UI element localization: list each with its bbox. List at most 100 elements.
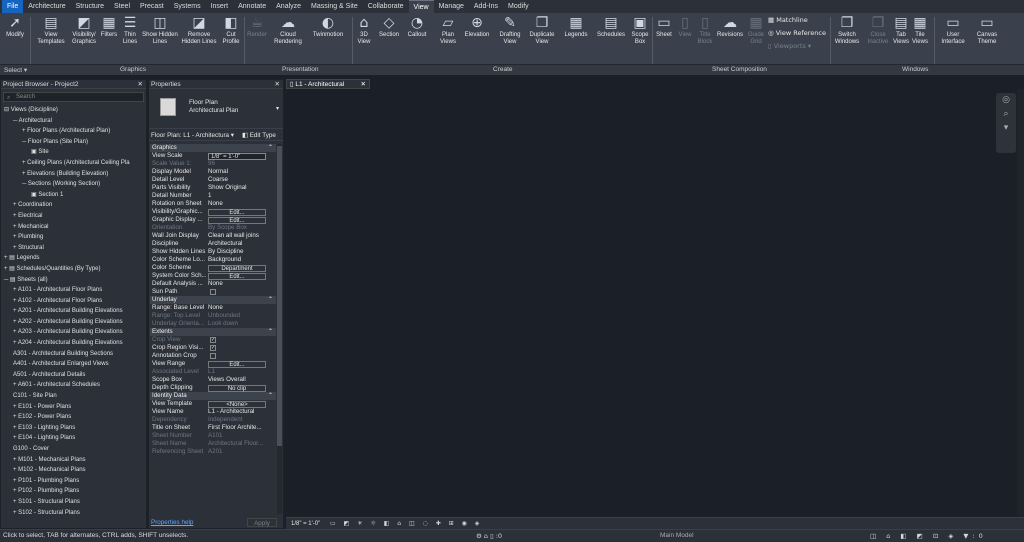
property-value[interactable]: Normal [208, 168, 268, 176]
property-value[interactable]: A201 [208, 448, 268, 456]
tree-item[interactable]: A501 - Architectural Details [1, 370, 146, 381]
cloud-rendering-button[interactable]: ☁ Cloud Rendering [272, 15, 304, 46]
zoom-icon[interactable]: ⌕ [996, 107, 1016, 121]
tree-item[interactable]: ▣ Site [1, 147, 146, 158]
canvas-theme-button[interactable]: ▭ Canvas Theme [972, 15, 1002, 46]
scope-box-button[interactable]: ▣ Scope Box [630, 15, 650, 46]
tree-item[interactable]: + Coordination [1, 200, 146, 211]
filters-button[interactable]: ▦ Filters [99, 15, 119, 39]
edit-type-button[interactable]: ◧ Edit Type [242, 131, 276, 140]
property-value[interactable]: L1 [208, 368, 268, 376]
property-value[interactable]: Look down [208, 320, 268, 328]
view-scale-selector[interactable]: 1/8" = 1'-0" [288, 519, 323, 529]
canvas-scrollbar[interactable] [1017, 89, 1024, 517]
worksets-icon[interactable]: ⚙ ⌂ ▯ :0 [476, 530, 502, 542]
legends-button[interactable]: ▦ Legends [562, 15, 590, 39]
tab-systems[interactable]: Systems [169, 0, 206, 13]
tree-item[interactable]: + S101 - Structural Plans [1, 497, 146, 508]
property-button[interactable]: Department [208, 265, 266, 272]
tab-manage[interactable]: Manage [434, 0, 469, 13]
property-button[interactable]: Edit... [208, 273, 266, 280]
view-tab[interactable]: ▯ L1 - Architectural ✕ [286, 79, 370, 89]
property-value[interactable]: Show Original [208, 184, 268, 192]
section-button[interactable]: ◇ Section [376, 15, 402, 39]
tab-analyze[interactable]: Analyze [271, 0, 306, 13]
tab-add-ins[interactable]: Add-Ins [469, 0, 503, 13]
view-templates-button[interactable]: ▤ View Templates [34, 15, 68, 46]
switch-windows-button[interactable]: ❐ Switch Windows [832, 15, 862, 46]
property-value[interactable]: Clean all wall joins [208, 232, 268, 240]
tree-item[interactable]: + E104 - Lighting Plans [1, 433, 146, 444]
instance-selector[interactable]: Floor Plan: L1 - Architectura ▾ [151, 131, 239, 140]
sheet-button[interactable]: ▭ Sheet [654, 15, 674, 39]
matchline-button[interactable]: ▦ Matchline [768, 16, 808, 24]
property-value[interactable]: Background [208, 256, 268, 264]
tree-item[interactable]: + A201 - Architectural Building Elevatio… [1, 306, 146, 317]
tab-architecture[interactable]: Architecture [23, 0, 70, 13]
steering-wheel-icon[interactable]: ◎ [996, 93, 1016, 107]
plan-views-button[interactable]: ▱ Plan Views [436, 15, 460, 46]
property-value[interactable]: None [208, 200, 268, 208]
tab-insert[interactable]: Insert [206, 0, 234, 13]
property-value[interactable]: L1 - Architectural [208, 408, 268, 416]
tab-view[interactable]: View [408, 0, 434, 13]
property-button[interactable]: Edit... [208, 217, 266, 224]
main-model-selector[interactable]: Main Model [660, 530, 694, 542]
guide-grid-button[interactable]: ▦ Guide Grid [746, 15, 766, 46]
property-value[interactable]: 1 [208, 192, 268, 200]
tree-item[interactable]: C101 - Site Plan [1, 391, 146, 402]
property-value[interactable]: Independent [208, 416, 268, 424]
view-control-icons[interactable]: ▭ ◩ ☀ ☼ ◧ ⌂ ◫ ◌ ✚ ⊞ ◉ ◈ [330, 518, 482, 529]
modify-button[interactable]: ➚ Modify [2, 15, 28, 39]
tree-item[interactable]: + P102 - Plumbing Plans [1, 486, 146, 497]
title-block-button[interactable]: ▯ Title Block [696, 15, 714, 46]
elevation-button[interactable]: ⊕ Elevation [462, 15, 492, 39]
property-checkbox[interactable] [210, 353, 216, 359]
property-value[interactable]: Views Overall [208, 376, 268, 384]
properties-help-link[interactable]: Properties help [151, 519, 193, 526]
property-button[interactable]: Edit... [208, 361, 266, 368]
tree-item[interactable]: + E103 - Lighting Plans [1, 423, 146, 434]
tile-views-button[interactable]: ▦ Tile Views [910, 15, 930, 46]
tab-collaborate[interactable]: Collaborate [363, 0, 409, 13]
collapse-icon[interactable]: ⌃ [268, 392, 273, 400]
view-scale-field[interactable]: 1/8" = 1'-0" [208, 153, 266, 160]
tree-item[interactable]: + A601 - Architectural Schedules [1, 380, 146, 391]
tree-item[interactable]: + Mechanical [1, 222, 146, 233]
close-icon[interactable]: ✕ [361, 80, 366, 89]
tree-item[interactable]: + ▤ Schedules/Quantities (By Type) [1, 264, 146, 275]
tree-item[interactable]: ─ Sections (Working Section) [1, 179, 146, 190]
thin-lines-button[interactable]: ☰ Thin Lines [120, 15, 140, 46]
cut-profile-button[interactable]: ◧ Cut Profile [220, 15, 242, 46]
property-checkbox[interactable]: ✓ [210, 345, 216, 351]
view-reference-button[interactable]: ◎ View Reference [768, 29, 826, 37]
select-group-label[interactable]: Select ▾ [4, 66, 27, 74]
tab-annotate[interactable]: Annotate [233, 0, 271, 13]
tree-item[interactable]: + Electrical [1, 211, 146, 222]
tree-item[interactable]: + A203 - Architectural Building Elevatio… [1, 327, 146, 338]
properties-scrollbar[interactable] [277, 144, 282, 514]
user-interface-button[interactable]: ▭ User Interface [938, 15, 968, 46]
collapse-icon[interactable]: ⌃ [268, 144, 273, 152]
property-checkbox[interactable]: ✓ [210, 337, 216, 343]
tree-item[interactable]: + A202 - Architectural Building Elevatio… [1, 317, 146, 328]
render-button[interactable]: ☕ Render [246, 15, 268, 39]
property-value[interactable]: A101 [208, 432, 268, 440]
property-value[interactable]: None [208, 280, 268, 288]
tab-file[interactable]: File [2, 0, 24, 13]
tab-structure[interactable]: Structure [71, 0, 109, 13]
tree-item[interactable]: + A101 - Architectural Floor Plans [1, 285, 146, 296]
section-underlay[interactable]: Underlay ⌃ [150, 296, 276, 304]
property-value[interactable]: First Floor Archite... [208, 424, 268, 432]
tree-item[interactable]: ─ Floor Plans (Site Plan) [1, 137, 146, 148]
property-value[interactable]: Architectural [208, 240, 268, 248]
view-button[interactable]: ▯ View [676, 15, 694, 39]
duplicate-view-button[interactable]: ❐ Duplicate View [527, 15, 557, 46]
property-value[interactable]: By Scope Box [208, 224, 268, 232]
property-button[interactable]: No clip [208, 385, 266, 392]
collapse-icon[interactable]: ⌃ [268, 328, 273, 336]
property-value[interactable]: None [208, 304, 268, 312]
tree-item[interactable]: + Ceiling Plans (Architectural Ceiling P… [1, 158, 146, 169]
tree-item[interactable]: + E102 - Power Plans [1, 412, 146, 423]
collapse-icon[interactable]: ⌃ [268, 296, 273, 304]
